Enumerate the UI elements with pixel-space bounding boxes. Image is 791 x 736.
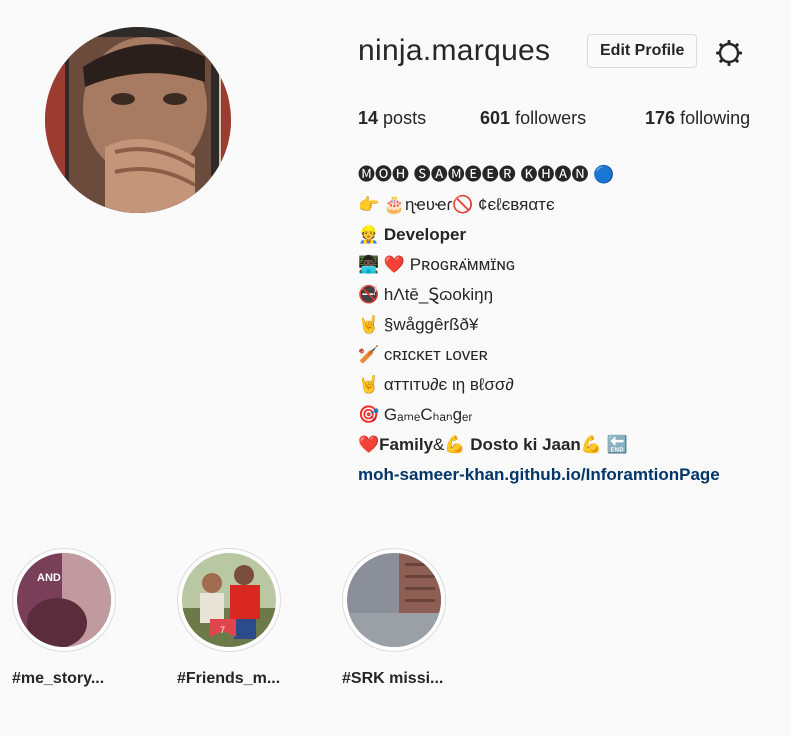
highlight-cover	[347, 553, 441, 647]
posts-count: 14	[358, 108, 379, 128]
bio-line: 🚭 hɅtē_Ȿɷokiŋŋ	[358, 285, 494, 304]
profile-avatar[interactable]	[45, 27, 231, 213]
highlight-label: #Friends_m...	[177, 670, 281, 687]
highlight-cover: 7	[182, 553, 276, 647]
bio-link-line: moh-sameer-khan.github.io/InforamtionPag…	[358, 460, 720, 490]
highlight-label: #me_story...	[12, 670, 105, 687]
bio-end: 💪 🔚	[580, 435, 628, 454]
bio-developer: Developer	[383, 225, 467, 244]
following-count: 176	[645, 108, 676, 128]
avatar-photo	[45, 27, 231, 213]
bio-line: 👉 🎂ɳҽʋҽɾ🚫 ¢єℓєвяαтє	[358, 195, 555, 214]
bio-line: 🎯 GₐₘₑCₕₐₙgₑᵣ	[358, 405, 473, 424]
highlight-item[interactable]: #SRK missi...	[342, 548, 452, 687]
bio-website-link[interactable]: moh-sameer-khan.github.io/InforamtionPag…	[358, 465, 720, 484]
followers-stat[interactable]: 601 followers	[480, 108, 586, 129]
bio-line: 👨🏿‍💻 ❤️ Pʀᴏɢʀᴀ̈ᴍᴍɪ̈ɴɢ	[358, 255, 516, 274]
svg-text:AND: AND	[37, 572, 61, 584]
bio-line: 👷 Developer	[358, 220, 720, 250]
highlight-cover: AND	[17, 553, 111, 647]
following-label: following	[680, 108, 751, 128]
highlight-ring[interactable]	[342, 548, 446, 652]
bio-name: 🅜🅞🅗 🅢🅐🅜🅔🅔🅡 🅚🅗🅐🅝 🔵	[358, 165, 615, 184]
highlight-ring[interactable]: 7	[177, 548, 281, 652]
highlight-item[interactable]: AND #me_story...	[12, 548, 122, 687]
bio-ampersand: &💪	[433, 435, 466, 454]
svg-text:7: 7	[220, 625, 225, 635]
worker-icon: 👷	[358, 225, 380, 244]
bio-line: 🤘 §wåggêrßð¥	[358, 315, 479, 334]
posts-stat: 14 posts	[358, 108, 426, 129]
following-stat[interactable]: 176 following	[645, 108, 750, 129]
followers-label: followers	[515, 108, 587, 128]
highlight-label: #SRK missi...	[342, 670, 444, 687]
bio-line: 🤘 αттιтυ∂є ιη вℓσσ∂	[358, 375, 514, 394]
bio-family: Family	[379, 435, 434, 454]
bio-line: 🏏 ᴄʀɪᴄᴋᴇᴛ ʟᴏᴠᴇʀ	[358, 345, 488, 364]
edit-profile-button[interactable]: Edit Profile	[587, 34, 698, 68]
profile-username: ninja.marques	[358, 34, 551, 67]
profile-bio: 🅜🅞🅗 🅢🅐🅜🅔🅔🅡 🅚🅗🅐🅝 🔵 👉 🎂ɳҽʋҽɾ🚫 ¢єℓєвяαтє 👷 …	[358, 160, 720, 490]
followers-count: 601	[480, 108, 511, 128]
bio-line: ❤️Family&💪 Dosto ki Jaan💪 🔚	[358, 430, 720, 460]
heart-icon: ❤️	[358, 435, 380, 454]
highlight-item[interactable]: 7 #Friends_m...	[177, 548, 287, 687]
gear-icon[interactable]	[714, 38, 744, 68]
bio-dosto: Dosto ki Jaan	[470, 435, 581, 454]
posts-label: posts	[383, 108, 427, 128]
highlight-ring[interactable]: AND	[12, 548, 116, 652]
